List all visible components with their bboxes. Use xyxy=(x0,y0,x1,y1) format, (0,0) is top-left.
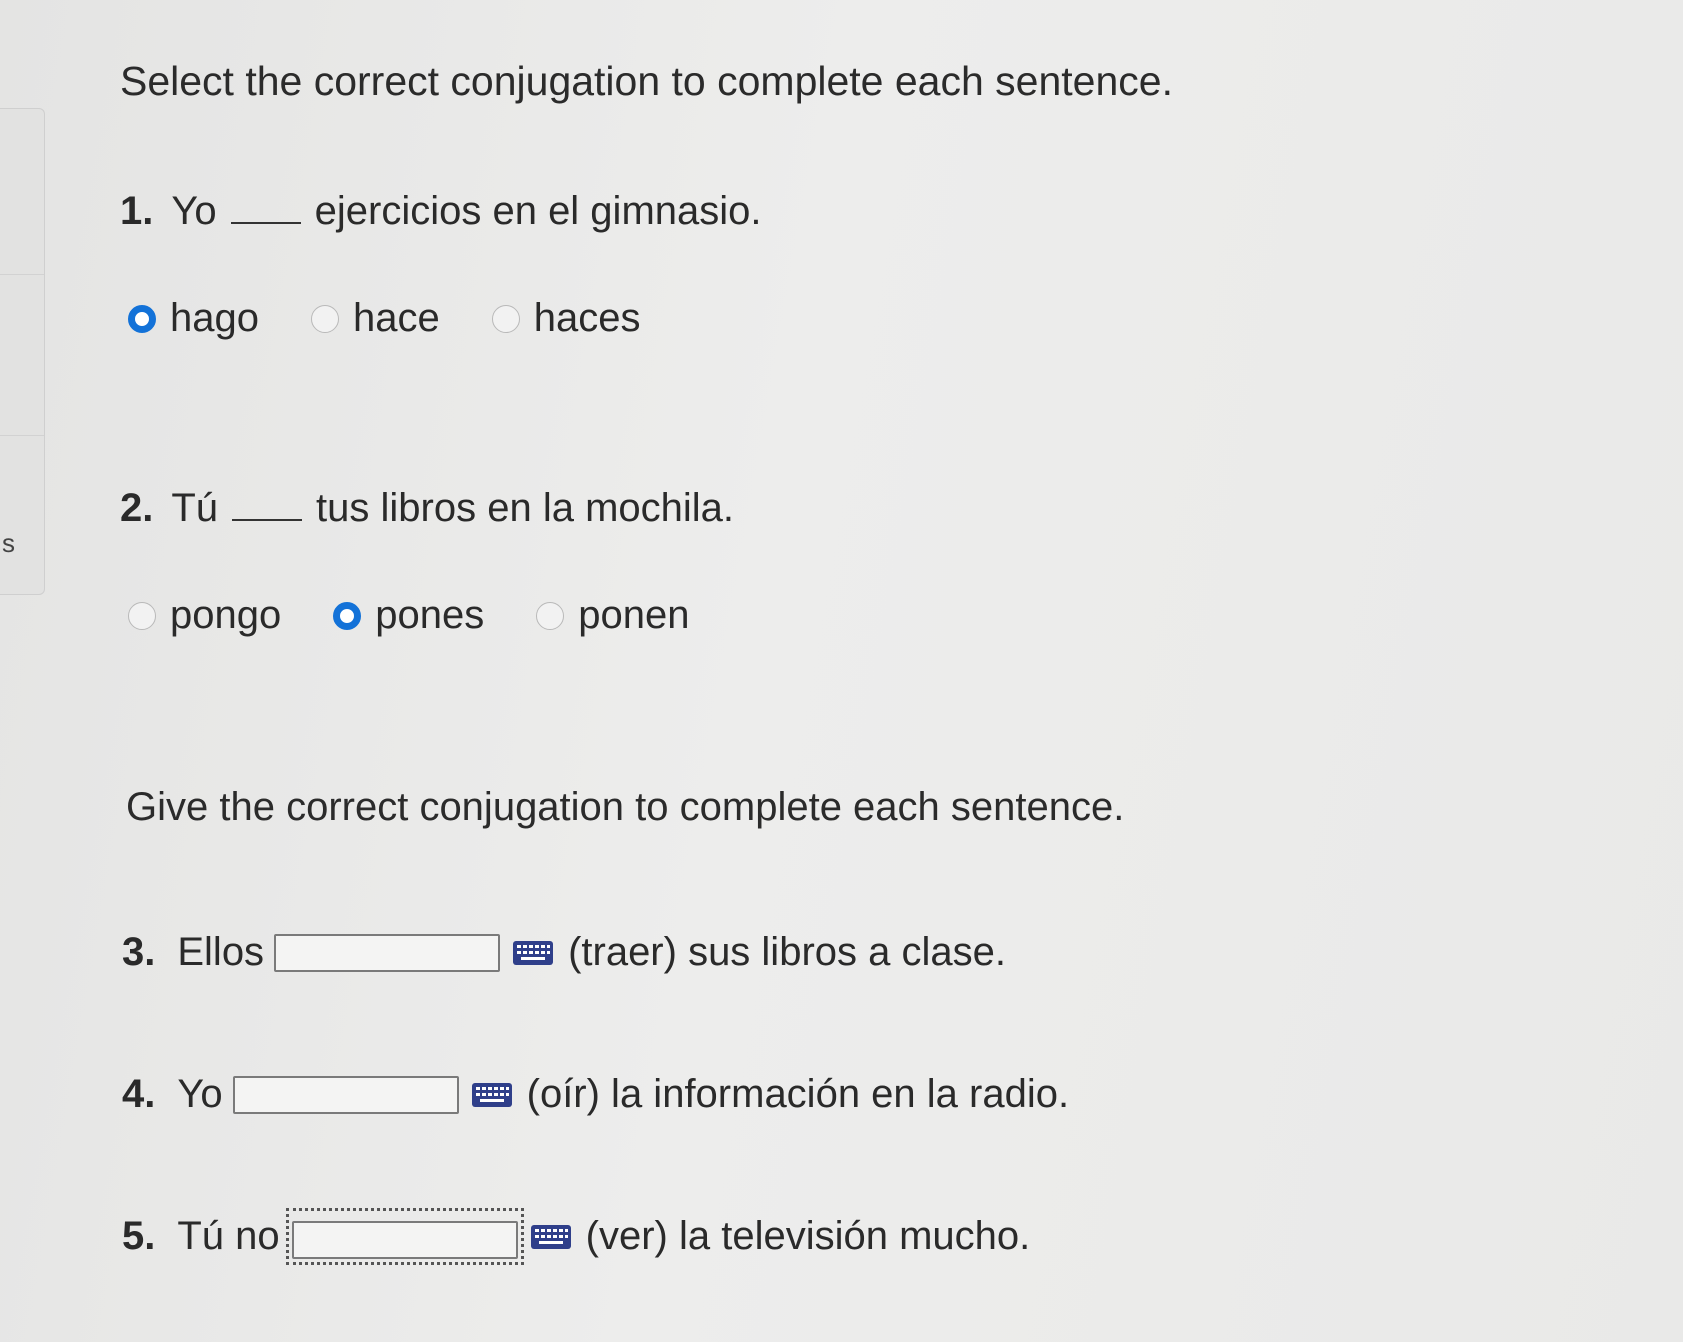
side-panel xyxy=(0,108,45,595)
question-number: 3. xyxy=(122,930,156,974)
question-text-before: Ellos xyxy=(177,930,265,974)
radio-button[interactable] xyxy=(128,601,156,630)
option-label: haces xyxy=(533,296,641,340)
answer-input[interactable] xyxy=(274,933,501,972)
keyboard-icon[interactable] xyxy=(471,1082,513,1108)
question-text-after: (traer) sus libros a clase. xyxy=(568,930,1006,974)
question-4: 4. Yo (oír) la información en la radio. xyxy=(122,1072,1069,1117)
section-heading-select: Select the correct conjugation to comple… xyxy=(120,58,1173,104)
question-text-before: Yo xyxy=(177,1072,223,1116)
option-label: hago xyxy=(170,296,259,340)
keyboard-icon[interactable] xyxy=(530,1224,572,1250)
question-1-options: hago hace haces xyxy=(128,296,692,341)
question-number: 1. xyxy=(120,189,154,233)
option-ponen[interactable]: ponen xyxy=(536,593,689,638)
side-panel-divider xyxy=(0,274,44,275)
option-label: pongo xyxy=(170,593,282,637)
option-haces[interactable]: haces xyxy=(491,296,641,341)
question-2-options: pongo pones ponen xyxy=(128,593,741,638)
question-number: 5. xyxy=(122,1214,156,1258)
option-label: ponen xyxy=(578,593,690,637)
question-1: 1. Yo ejercicios en el gimnasio. xyxy=(120,189,762,234)
option-label: pones xyxy=(375,593,485,637)
option-hace[interactable]: hace xyxy=(310,296,440,341)
side-panel-divider xyxy=(0,435,44,436)
answer-input[interactable] xyxy=(232,1075,459,1114)
section-heading-give: Give the correct conjugation to complete… xyxy=(126,785,1125,829)
question-text-after: tus libros en la mochila. xyxy=(316,486,735,530)
question-text-after: (oír) la información en la radio. xyxy=(526,1072,1070,1116)
option-pongo[interactable]: pongo xyxy=(128,593,281,638)
question-text-before: Tú xyxy=(171,486,219,530)
keyboard-icon[interactable] xyxy=(512,940,554,966)
answer-blank xyxy=(230,221,301,224)
option-pones[interactable]: pones xyxy=(333,593,484,638)
radio-button[interactable] xyxy=(491,304,520,333)
question-5: 5. Tú no (ver) la televisión mucho. xyxy=(122,1208,1030,1265)
focus-outline xyxy=(285,1208,524,1265)
question-number: 4. xyxy=(122,1072,156,1116)
option-hago[interactable]: hago xyxy=(128,296,259,341)
radio-button-selected[interactable] xyxy=(333,601,362,630)
question-text-before: Yo xyxy=(171,189,217,233)
question-text-after: ejercicios en el gimnasio. xyxy=(314,189,762,233)
radio-button[interactable] xyxy=(310,304,339,333)
answer-blank xyxy=(232,518,303,521)
answer-input-focused[interactable] xyxy=(291,1221,518,1259)
question-text-after: (ver) la televisión mucho. xyxy=(585,1214,1031,1258)
question-3: 3. Ellos (traer) sus libros a clase. xyxy=(122,930,1006,975)
radio-button-selected[interactable] xyxy=(128,304,156,333)
question-2: 2. Tú tus libros en la mochila. xyxy=(120,486,734,531)
option-label: hace xyxy=(352,296,440,340)
side-letter: s xyxy=(2,528,15,558)
radio-button[interactable] xyxy=(536,601,565,630)
question-number: 2. xyxy=(120,486,154,530)
question-text-before: Tú no xyxy=(177,1214,280,1258)
